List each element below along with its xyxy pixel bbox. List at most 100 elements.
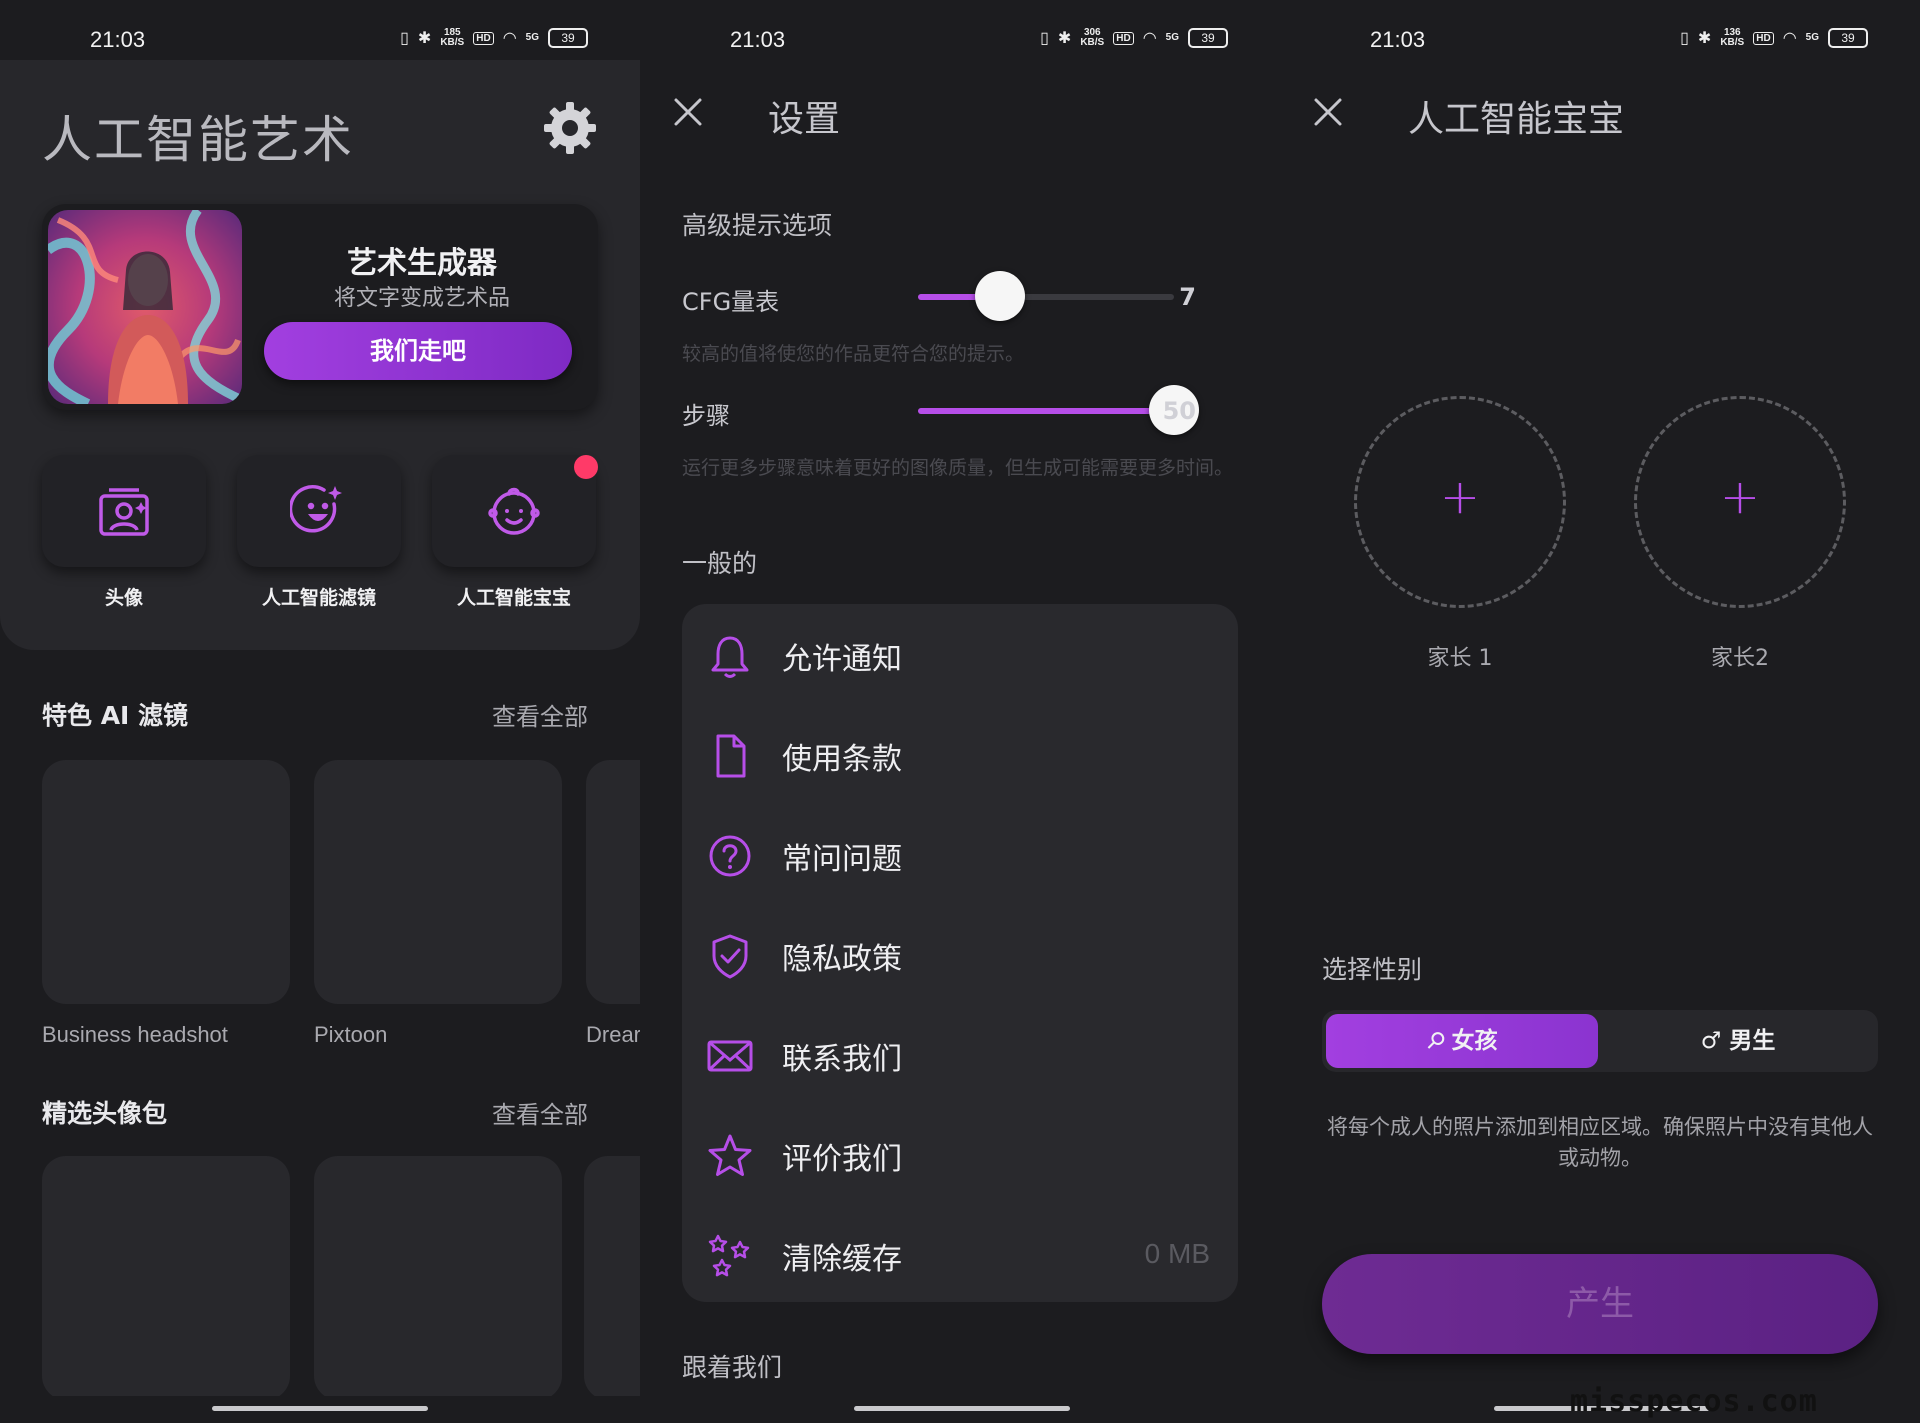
vibrate-icon: ▯ [400,30,409,47]
signal-icon: 5G [1805,32,1819,43]
cfg-slider-thumb[interactable] [974,271,1025,321]
avatar-pack-card[interactable] [584,1156,640,1400]
settings-item-label: 清除缓存 [782,1242,902,1277]
envelope-icon [707,1040,753,1072]
avatar-packs-title: 精选头像包 [42,1099,168,1128]
tile-ai-baby-label: 人工智能宝宝 [456,587,571,609]
settings-item-label: 允许通知 [782,642,902,677]
settings-item-terms[interactable]: 使用条款 [682,704,1238,804]
cache-size: 0 MB [1144,1238,1210,1269]
wifi-icon: ◠ [1142,30,1157,47]
settings-item-notifications[interactable]: 允许通知 [682,604,1238,704]
tile-ai-filter[interactable] [237,455,401,567]
tile-ai-filter-label: 人工智能滤镜 [261,587,376,609]
steps-slider[interactable] [918,385,1199,435]
generate-button[interactable]: 产生 [1322,1254,1878,1354]
settings-list: 允许通知 使用条款 常问问题 隐私政策 联系我们 评价我们 清除缓存 0 MB [682,604,1238,1302]
star-icon [708,1134,752,1176]
parent1-label: 家长 1 [1427,646,1493,671]
settings-item-label: 使用条款 [782,742,902,777]
add-icon: + [1439,469,1481,525]
steps-label: 步骤 [682,402,730,430]
settings-item-label: 联系我们 [782,1042,902,1077]
general-title: 一般的 [682,549,758,578]
cfg-hint: 较高的值将使您的作品更符合您的提示。 [682,343,1025,365]
tile-avatar-label: 头像 [104,587,143,609]
gender-girl-option[interactable]: ⚲ 女孩 [1326,1014,1598,1068]
parent2-upload[interactable]: + [1634,396,1846,608]
ai-baby-screen: 21:03 ▯ ✱ 136 KB/S HD ◠ 5G 39 人工智能宝宝 + 家长… [1280,0,1920,1423]
steps-slider-fill [918,408,1174,414]
status-time: 21:03 [1370,27,1426,52]
settings-item-clear-cache[interactable]: 清除缓存 0 MB [682,1204,1238,1304]
featured-filters-title: 特色 AI 滤镜 [42,701,189,730]
bell-icon [711,636,749,678]
hero-title: 艺术生成器 [347,246,497,281]
cfg-slider[interactable] [918,271,1174,321]
ai-baby-title: 人工智能宝宝 [1408,99,1625,140]
advanced-options-title: 高级提示选项 [682,211,833,240]
filter-card-pixtoon[interactable] [314,760,562,1004]
vibrate-icon: ▯ [1680,30,1689,47]
settings-item-label: 常问问题 [782,842,902,877]
settings-item-contact[interactable]: 联系我们 [682,1004,1238,1104]
hd-badge: HD [473,31,494,45]
tile-avatar[interactable] [42,455,206,567]
home-indicator[interactable] [212,1406,428,1411]
hd-badge: HD [1753,31,1774,45]
filter-card-dream[interactable] [586,760,640,1004]
parent1-upload[interactable]: + [1354,396,1566,608]
tile-ai-baby[interactable] [432,455,596,567]
filter-card-business-headshot[interactable] [42,760,290,1004]
question-circle-icon [709,835,751,877]
hd-badge: HD [1113,31,1134,45]
gear-icon[interactable] [540,98,600,158]
vibrate-icon: ▯ [1040,30,1049,47]
baby-face-icon [488,487,540,535]
featured-see-all-link[interactable]: 查看全部 [492,697,588,732]
signal-icon: 5G [525,32,539,43]
watermark-text: misspecos.com [1570,1384,1818,1419]
parent2-label: 家长2 [1711,646,1769,671]
filter-card-label: Drear [586,1022,640,1047]
status-bar: 21:03 ▯ ✱ 306 KB/S HD ◠ 5G 39 [640,0,1280,80]
notification-badge [574,455,598,479]
follow-us-title: 跟着我们 [682,1353,783,1382]
signal-icon: 5G [1165,32,1179,43]
bluetooth-icon: ✱ [417,30,432,47]
battery-icon: 39 [1188,28,1228,48]
wifi-icon: ◠ [502,30,517,47]
filter-card-label: Business headshot [42,1022,228,1047]
packs-see-all-link[interactable]: 查看全部 [492,1095,588,1130]
close-icon[interactable] [670,94,706,130]
avatar-portrait-icon [99,488,149,536]
male-icon: ♂ [1700,1028,1722,1054]
sparkles-icon [708,1234,750,1277]
settings-item-rate[interactable]: 评价我们 [682,1104,1238,1204]
app-title: 人工智能艺术 [42,111,354,169]
document-icon [716,734,746,778]
settings-item-label: 隐私政策 [782,942,902,977]
avatar-pack-card[interactable] [42,1156,290,1400]
avatar-pack-card[interactable] [314,1156,562,1400]
settings-title: 设置 [768,99,841,140]
net-speed: 136 KB/S [1720,27,1745,48]
settings-item-faq[interactable]: 常问问题 [682,804,1238,904]
filter-card-label: Pixtoon [314,1022,388,1047]
close-icon[interactable] [1310,94,1346,130]
net-speed: 185 KB/S [440,27,465,48]
wifi-icon: ◠ [1782,30,1797,47]
gender-boy-option[interactable]: ♂ 男生 [1602,1014,1874,1068]
battery-icon: 39 [1828,28,1868,48]
settings-screen: 21:03 ▯ ✱ 306 KB/S HD ◠ 5G 39 设置 高级提示选项 C… [640,0,1280,1423]
bluetooth-icon: ✱ [1697,30,1712,47]
art-generator-card[interactable]: 艺术生成器 将文字变成艺术品 我们走吧 [42,204,598,410]
battery-icon: 39 [548,28,588,48]
add-icon: + [1719,469,1761,525]
net-speed: 306 KB/S [1080,27,1105,48]
settings-item-privacy[interactable]: 隐私政策 [682,904,1238,1004]
gender-boy-label: 男生 [1729,1028,1776,1054]
home-indicator[interactable] [854,1406,1070,1411]
lets-go-button[interactable]: 我们走吧 [264,322,572,380]
steps-value: 50 [1162,397,1196,425]
